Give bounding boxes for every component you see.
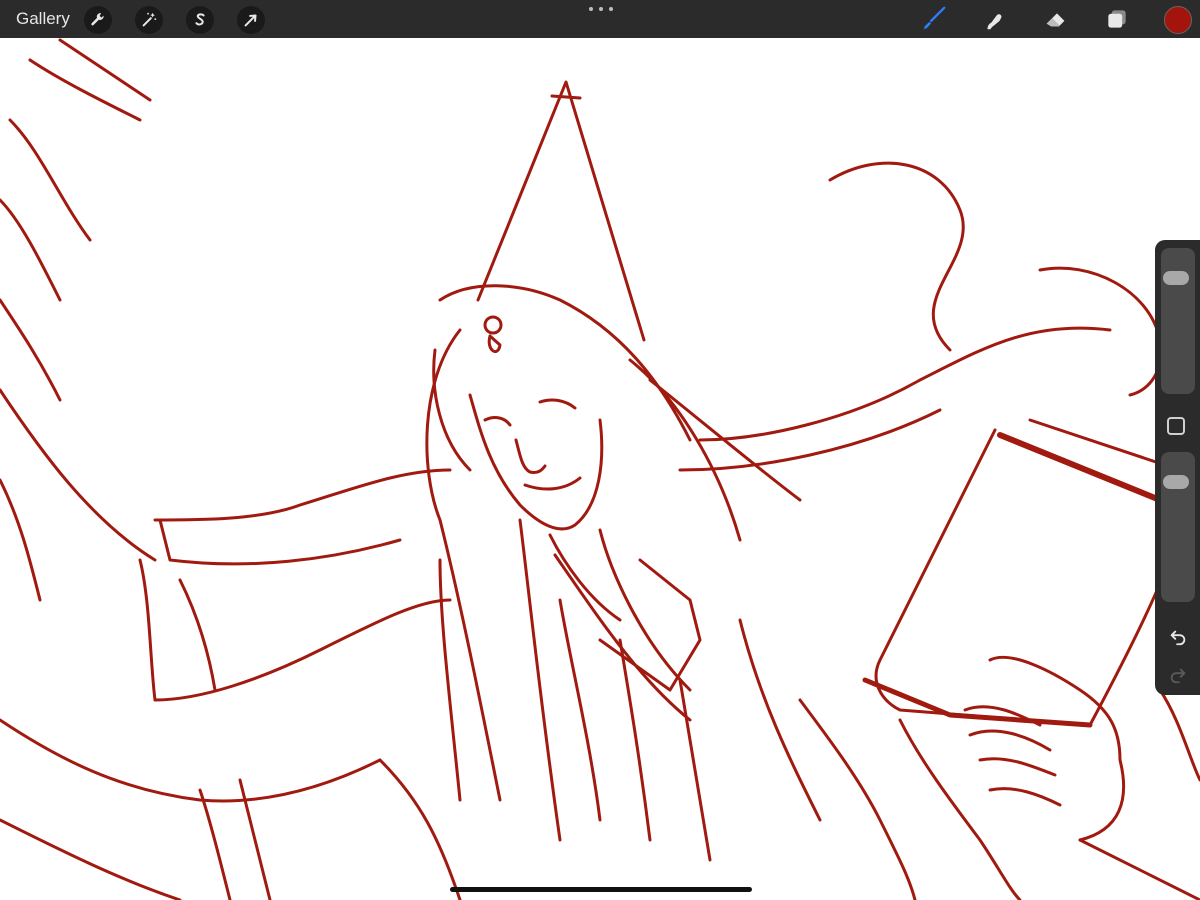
brush-sidebar [1155,240,1200,695]
smudge-icon[interactable] [979,4,1009,34]
eraser-icon[interactable] [1041,4,1071,34]
magic-wand-icon[interactable] [135,6,163,34]
top-toolbar: Gallery [0,0,1200,38]
selection-s-icon[interactable] [186,6,214,34]
brush-opacity-thumb[interactable] [1163,475,1189,490]
layers-icon[interactable] [1102,4,1132,34]
transform-arrow-icon[interactable] [237,6,265,34]
wrench-icon[interactable] [84,6,112,34]
brush-icon[interactable] [918,4,948,34]
redo-icon[interactable] [1167,664,1189,686]
brush-size-slider[interactable] [1161,248,1195,394]
sketch-artwork [0,38,1200,900]
color-picker-button[interactable] [1164,6,1192,34]
undo-icon[interactable] [1167,626,1189,648]
square-modifier-icon[interactable] [1167,417,1185,435]
home-indicator[interactable] [450,887,752,892]
gallery-button[interactable]: Gallery [16,9,70,29]
brush-size-thumb[interactable] [1163,270,1189,285]
drawing-canvas[interactable] [0,38,1200,900]
toolbar-grabber-dots[interactable] [589,4,613,14]
brush-opacity-slider[interactable] [1161,452,1195,602]
